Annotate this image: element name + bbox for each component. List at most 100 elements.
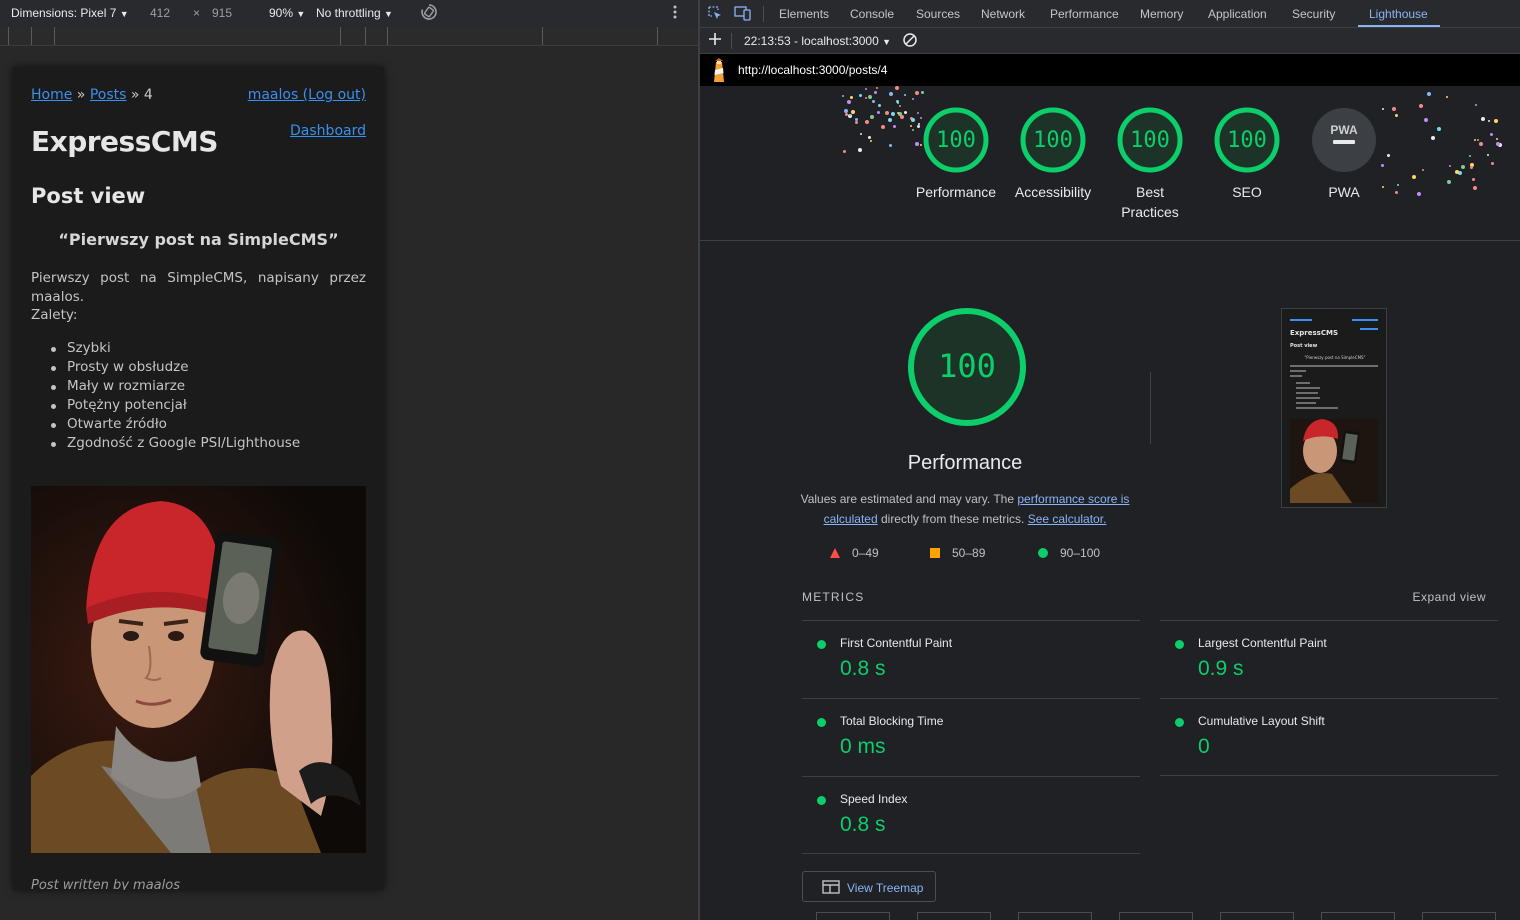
audited-url[interactable]: http://localhost:3000/posts/4 [738,63,887,77]
average-square-icon [930,548,940,558]
see-calculator-link[interactable]: See calculator. [1028,512,1107,526]
performance-heading: Performance [907,452,1023,474]
treemap-icon [822,880,840,894]
lighthouse-logo-icon [710,58,728,87]
summary-divider [1150,372,1151,444]
svg-text:100: 100 [1227,128,1267,153]
score-ring: 100 [1214,107,1280,173]
confetti-dot [1472,178,1476,182]
metric-name: First Contentful Paint [840,636,953,650]
report-selector[interactable]: 22:13:53 - localhost:3000 ▼ [744,34,891,48]
confetti-dot [869,114,874,119]
confetti-dot [1487,119,1490,122]
confetti-dot [1437,126,1442,131]
inspect-element-icon[interactable] [707,5,723,24]
confetti-dot [1478,142,1483,147]
gauge-label: Performance [915,184,997,200]
tab-security[interactable]: Security [1292,7,1335,21]
metric-value: 0.8 s [840,657,886,680]
confetti-dot [851,109,856,114]
svg-text:ExpressCMS: ExpressCMS [1290,329,1338,337]
metric-name: Speed Index [840,792,908,806]
pass-circle-icon [817,796,826,805]
confetti-dot [1449,165,1452,168]
tab-console[interactable]: Console [850,7,894,21]
confetti-dot [895,86,900,91]
tab-network[interactable]: Network [981,7,1025,21]
confetti-dot [891,112,896,117]
confetti-dot [1392,107,1397,112]
legend-average: 50–89 [930,546,985,560]
pros-list: Szybki Prosty w obsłudze Mały w rozmiarz… [49,339,300,453]
svg-text:100: 100 [1130,128,1170,153]
confetti-dot [888,118,893,123]
metric-first-contentful-paint: First Contentful Paint 0.8 s [802,620,1140,698]
tab-application[interactable]: Application [1208,7,1267,21]
confetti-dot [1473,185,1478,190]
zoom-selector[interactable]: 90% ▼ [269,6,305,20]
confetti-dot [1416,191,1421,196]
media-query-ruler [0,27,698,46]
confetti-dot [1477,138,1480,141]
breadcrumb-separator: » [76,87,86,103]
gauge-best-practices[interactable]: 100 Best Practices [1102,106,1198,222]
gauge-label: Accessibility [1014,184,1092,200]
confetti-dot [920,90,924,94]
final-screenshot-thumbnail[interactable]: ExpressCMS Post view “Pierwszy post na S… [1281,308,1387,508]
confetti-dot [1469,155,1472,158]
breadcrumb-posts-link[interactable]: Posts [90,87,127,103]
confetti-dot [888,143,892,147]
confetti-dot [841,94,844,97]
svg-text:PWA: PWA [1330,123,1358,137]
estimate-note: Values are estimated and may vary. The p… [800,489,1130,529]
confetti-dot [904,93,906,96]
device-height-input[interactable]: 915 [212,6,232,20]
device-selector[interactable]: Dimensions: Pixel 7 ▼ [11,6,129,20]
expand-view-toggle[interactable]: Expand view [1412,590,1486,604]
tab-elements[interactable]: Elements [779,7,829,21]
confetti-dot [1426,91,1431,96]
fail-triangle-icon [830,548,840,558]
confetti-dot [1418,104,1423,108]
gauge-seo[interactable]: 100 SEO [1199,106,1295,202]
tab-lighthouse[interactable]: Lighthouse [1369,7,1428,21]
metric-speed-index: Speed Index 0.8 s [802,776,1140,854]
confetti-dot [855,121,859,125]
more-options-icon[interactable] [672,4,678,23]
gauge-performance[interactable]: 100 Performance [908,106,1004,202]
gauge-pwa[interactable]: PWA PWA [1296,106,1392,202]
new-report-icon[interactable] [708,31,722,50]
confetti-dot [889,91,894,96]
dashboard-link[interactable]: Dashboard [290,123,366,139]
tab-memory[interactable]: Memory [1140,7,1183,21]
rotate-icon[interactable] [420,3,438,24]
confetti-dot [885,110,890,115]
confetti-dot [877,103,881,107]
metric-value: 0.9 s [1198,657,1244,680]
score-ring: 100 [1117,107,1183,173]
device-width-input[interactable]: 412 [150,6,170,20]
gauge-accessibility[interactable]: 100 Accessibility [1005,106,1101,202]
device-viewport: Home » Posts » 4 maalos (Log out) Dashbo… [13,67,384,890]
breadcrumb-home-link[interactable]: Home [31,87,72,103]
logout-link[interactable]: maalos (Log out) [248,87,366,103]
device-toggle-icon[interactable] [734,5,752,24]
tab-performance[interactable]: Performance [1050,7,1119,21]
list-item: Prosty w obsłudze [49,358,300,377]
confetti-dot [1397,184,1400,187]
site-title: ExpressCMS [31,125,218,158]
confetti-dot [868,135,872,139]
svg-text:100: 100 [936,128,976,153]
tab-sources[interactable]: Sources [916,7,960,21]
confetti-dot [1431,135,1436,140]
confetti-dot [860,133,863,136]
confetti-dot [875,86,878,89]
confetti-dot [876,110,880,114]
view-treemap-button[interactable]: View Treemap [802,871,936,902]
category-gauges: 100 Performance 100 Accessibility 100 Be… [700,86,1520,241]
throttling-selector[interactable]: No throttling ▼ [316,6,393,20]
confetti-dot [846,100,851,105]
clear-reports-icon[interactable] [902,32,918,51]
metric-value: 0 ms [840,735,886,758]
dimension-times-sign: × [193,6,201,20]
